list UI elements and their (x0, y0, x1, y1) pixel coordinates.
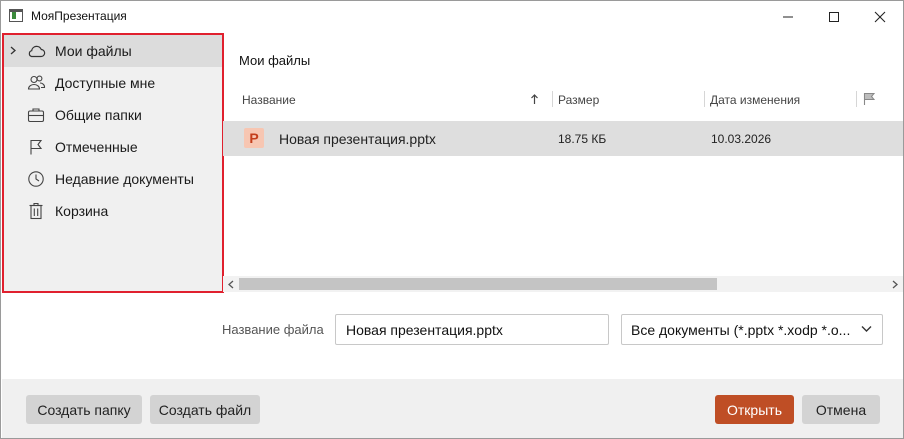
filetype-select[interactable]: Все документы (*.pptx *.xodp *.o... (621, 314, 883, 345)
filename-input[interactable] (335, 314, 609, 345)
create-file-button[interactable]: Создать файл (150, 395, 260, 424)
pptx-file-icon: P (244, 128, 264, 148)
sidebar-item-favorites[interactable]: Отмеченные (4, 131, 222, 163)
clock-icon (28, 171, 44, 187)
sidebar-item-recent[interactable]: Недавние документы (4, 163, 222, 195)
sidebar-item-label: Недавние документы (55, 171, 194, 187)
column-divider[interactable] (552, 91, 553, 107)
file-size: 18.75 КБ (558, 132, 607, 146)
close-button[interactable] (857, 1, 903, 32)
sidebar-item-label: Отмеченные (55, 139, 138, 155)
sidebar-item-label: Корзина (55, 203, 109, 219)
open-button[interactable]: Открыть (715, 395, 794, 424)
sidebar-item-label: Доступные мне (55, 75, 156, 91)
scroll-right-icon[interactable] (892, 280, 898, 289)
chevron-right-icon (10, 46, 16, 55)
scroll-left-icon[interactable] (228, 280, 234, 289)
app-icon (9, 9, 23, 22)
column-divider[interactable] (704, 91, 705, 107)
close-icon (874, 11, 886, 22)
filename-label: Название файла (222, 322, 324, 337)
cloud-icon (28, 45, 46, 58)
dialog-window: МояПрезентация Мои файлы Доступные мне О… (0, 0, 904, 439)
column-header-size[interactable]: Размер (558, 93, 599, 107)
trash-icon (29, 202, 43, 220)
maximize-button[interactable] (811, 1, 857, 32)
sidebar-item-shared-folders[interactable]: Общие папки (4, 99, 222, 131)
minimize-icon (783, 16, 793, 17)
scrollbar-thumb[interactable] (239, 278, 717, 290)
column-divider[interactable] (856, 91, 857, 107)
sidebar-item-label: Общие папки (55, 107, 142, 123)
filetype-selected-value: Все документы (*.pptx *.xodp *.o... (631, 322, 851, 338)
users-icon (27, 75, 46, 90)
flag-column-icon[interactable] (863, 92, 875, 106)
sidebar-item-my-files[interactable]: Мои файлы (4, 35, 222, 67)
create-folder-button[interactable]: Создать папку (26, 395, 142, 424)
chevron-down-icon (861, 326, 872, 332)
sidebar-item-label: Мои файлы (55, 43, 132, 59)
page-title: Мои файлы (239, 53, 311, 68)
window-title: МояПрезентация (31, 9, 127, 23)
sidebar-item-trash[interactable]: Корзина (4, 195, 222, 227)
file-date: 10.03.2026 (711, 132, 772, 146)
cancel-button[interactable]: Отмена (802, 395, 880, 424)
maximize-icon (829, 11, 839, 22)
sidebar-item-shared-with-me[interactable]: Доступные мне (4, 67, 222, 99)
flag-icon (30, 139, 43, 155)
column-header-name[interactable]: Название (242, 93, 296, 107)
title-bar: МояПрезентация (1, 1, 903, 32)
minimize-button[interactable] (765, 1, 811, 32)
sort-ascending-icon (531, 94, 538, 104)
file-name: Новая презентация.pptx (279, 131, 436, 147)
sidebar: Мои файлы Доступные мне Общие папки Отме… (2, 33, 224, 293)
briefcase-icon (27, 108, 45, 123)
column-header-date[interactable]: Дата изменения (710, 93, 800, 107)
